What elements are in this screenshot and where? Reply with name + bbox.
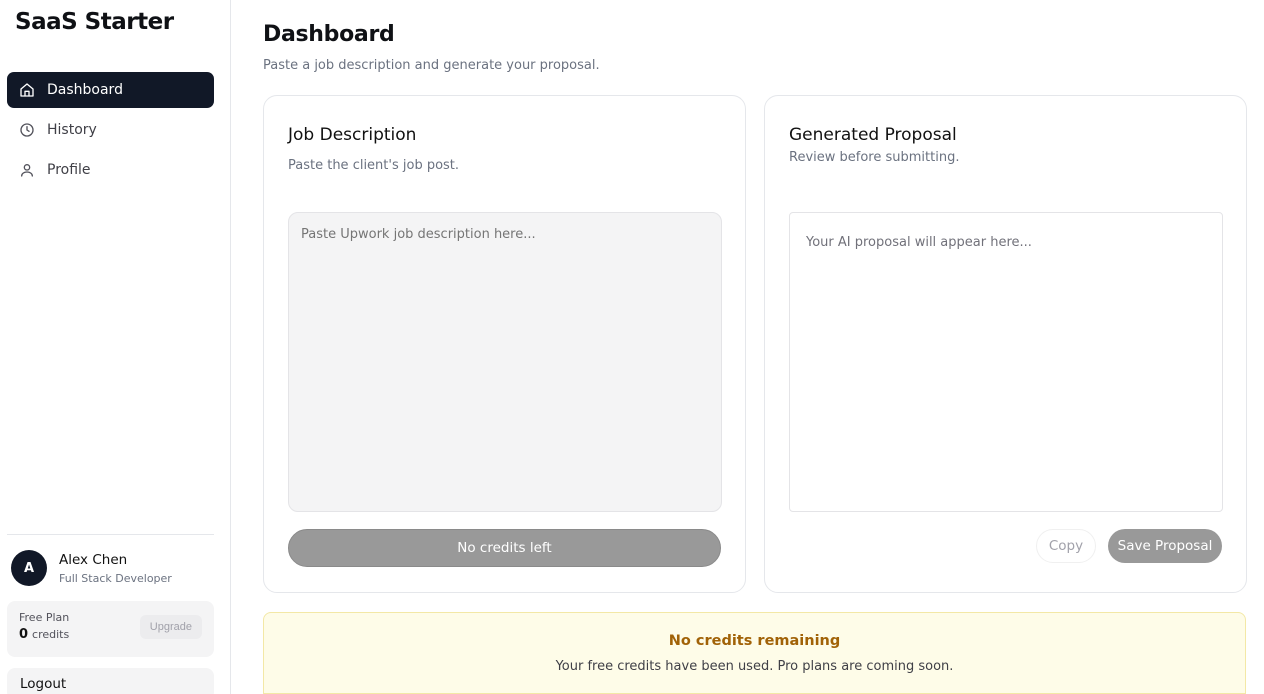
sidebar-item-history[interactable]: History — [7, 112, 214, 148]
sidebar-item-label: Dashboard — [47, 82, 123, 98]
banner-text: Your free credits have been used. Pro pl… — [555, 659, 954, 674]
job-card-subtitle: Paste the client's job post. — [288, 158, 460, 173]
generated-proposal-card: Generated Proposal Review before submitt… — [764, 95, 1247, 593]
sidebar: SaaS Starter Dashboard History Profile A… — [0, 0, 231, 694]
proposal-card-title: Generated Proposal — [789, 125, 957, 145]
upgrade-button[interactable]: Upgrade — [139, 615, 202, 639]
avatar: A — [11, 550, 47, 586]
sidebar-item-profile[interactable]: Profile — [7, 152, 214, 188]
sidebar-item-label: Profile — [47, 162, 91, 178]
app-title: SaaS Starter — [15, 9, 174, 35]
sidebar-divider — [7, 534, 214, 535]
plan-name: Free Plan — [19, 611, 70, 624]
job-description-input[interactable] — [288, 212, 722, 512]
main-content: Dashboard Paste a job description and ge… — [231, 0, 1264, 694]
job-description-card: Job Description Paste the client's job p… — [263, 95, 746, 593]
no-credits-banner: No credits remaining Your free credits h… — [263, 612, 1246, 694]
user-card: A Alex Chen Full Stack Developer — [11, 550, 172, 586]
proposal-output[interactable]: Your AI proposal will appear here... — [789, 212, 1223, 512]
generate-button[interactable]: No credits left — [288, 529, 721, 567]
credits-count: 0 — [19, 627, 29, 642]
job-card-title: Job Description — [288, 125, 417, 145]
banner-title: No credits remaining — [668, 633, 841, 649]
page-subtitle: Paste a job description and generate you… — [263, 58, 600, 73]
home-icon — [19, 82, 35, 98]
user-icon — [19, 162, 35, 178]
user-role: Full Stack Developer — [59, 571, 172, 585]
proposal-card-subtitle: Review before submitting. — [789, 150, 960, 165]
clock-icon — [19, 122, 35, 138]
sidebar-item-label: History — [47, 122, 97, 138]
logout-button[interactable]: Logout — [7, 668, 214, 694]
user-name: Alex Chen — [59, 551, 128, 568]
plan-card: Free Plan 0 credits Upgrade — [7, 601, 214, 657]
page-title: Dashboard — [263, 22, 395, 47]
copy-button[interactable]: Copy — [1036, 529, 1096, 563]
save-proposal-button[interactable]: Save Proposal — [1108, 529, 1222, 563]
sidebar-nav: Dashboard History Profile — [7, 72, 214, 192]
user-info: Alex Chen Full Stack Developer — [59, 552, 172, 585]
credits-label: credits — [32, 628, 70, 641]
sidebar-item-dashboard[interactable]: Dashboard — [7, 72, 214, 108]
plan-credits: 0 credits — [19, 627, 69, 642]
